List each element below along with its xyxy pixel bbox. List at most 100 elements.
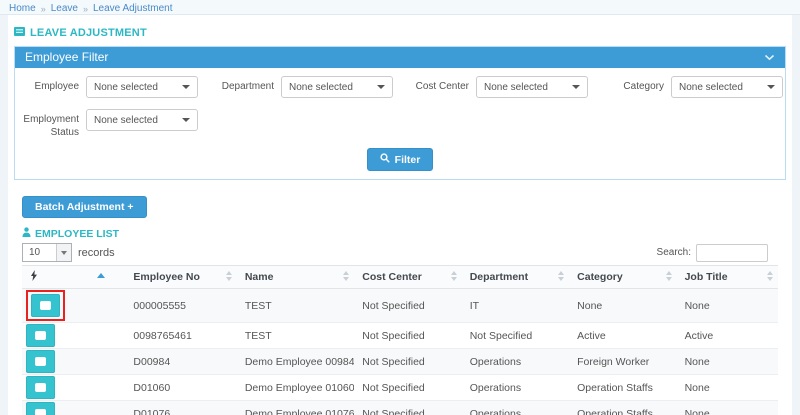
row-action-button[interactable] xyxy=(26,402,55,415)
employee-no-column-label: Employee No xyxy=(133,271,200,283)
cell-job-title: None xyxy=(677,349,778,375)
department-select[interactable]: None selected xyxy=(281,76,393,98)
filter-button[interactable]: Filter xyxy=(367,148,434,171)
employee-table-body: 000005555 TEST Not Specified IT None Non… xyxy=(22,289,778,415)
search-label: Search: xyxy=(657,247,691,258)
employee-label: Employee xyxy=(23,81,79,94)
department-label: Department xyxy=(218,81,274,94)
list-icon xyxy=(35,383,46,392)
cell-category: Active xyxy=(569,323,676,349)
row-action-button[interactable] xyxy=(31,294,60,317)
table-row: D01060 Demo Employee 01060 Not Specified… xyxy=(22,375,778,401)
employee-list-title: EMPLOYEE LIST xyxy=(35,228,119,240)
annotation-highlight xyxy=(26,290,65,321)
list-icon xyxy=(35,409,46,415)
cell-cost-center: Not Specified xyxy=(354,289,461,323)
batch-adjustment-row: Batch Adjustment + xyxy=(22,196,792,218)
cell-job-title: Active xyxy=(677,323,778,349)
page-title: LEAVE ADJUSTMENT xyxy=(14,27,792,39)
sort-icon xyxy=(767,271,773,281)
cell-name: Demo Employee 00984 xyxy=(237,349,354,375)
cost-center-column-header[interactable]: Cost Center xyxy=(354,266,461,289)
department-column-header[interactable]: Department xyxy=(462,266,569,289)
cell-employee-no: 000005555 xyxy=(125,289,236,323)
employee-filter-body: Employee None selected Department None s… xyxy=(15,68,785,179)
cell-category: Foreign Worker xyxy=(569,349,676,375)
employee-table-header: Employee No Name Cost Center Department … xyxy=(22,266,778,289)
breadcrumb-leave[interactable]: Leave xyxy=(51,3,78,14)
employee-list-heading: EMPLOYEE LIST xyxy=(22,227,792,240)
breadcrumb-separator: » xyxy=(41,4,46,14)
sort-ascending-icon xyxy=(97,273,105,278)
breadcrumb-home[interactable]: Home xyxy=(9,3,36,14)
sort-icon xyxy=(666,271,672,281)
sort-icon xyxy=(558,271,564,281)
search-group: Search: xyxy=(657,244,768,262)
caret-down-icon xyxy=(182,118,190,122)
cell-category: None xyxy=(569,289,676,323)
breadcrumb-leave-adjustment[interactable]: Leave Adjustment xyxy=(93,3,173,14)
cell-department: IT xyxy=(462,289,569,323)
cell-job-title: None xyxy=(677,289,778,323)
cost-center-select[interactable]: None selected xyxy=(476,76,588,98)
cell-department: Operations xyxy=(462,375,569,401)
records-per-page-select[interactable]: 10 xyxy=(22,243,72,262)
filter-button-label: Filter xyxy=(395,154,421,166)
main-content: LEAVE ADJUSTMENT Employee Filter Employe… xyxy=(8,15,792,415)
actions-column-header[interactable] xyxy=(22,266,125,289)
cell-department: Operations xyxy=(462,349,569,375)
row-action-button[interactable] xyxy=(26,324,55,347)
filter-row-1: Employee None selected Department None s… xyxy=(23,76,777,98)
row-action-button[interactable] xyxy=(26,350,55,373)
category-select-value: None selected xyxy=(679,82,743,93)
cell-cost-center: Not Specified xyxy=(354,375,461,401)
department-select-value: None selected xyxy=(289,82,353,93)
table-controls: 10 records Search: xyxy=(22,243,768,262)
employee-filter-panel: Employee Filter Employee None selected D… xyxy=(14,46,786,180)
sort-icon xyxy=(226,271,232,281)
row-action-button[interactable] xyxy=(26,376,55,399)
name-column-header[interactable]: Name xyxy=(237,266,354,289)
cell-employee-no: D00984 xyxy=(125,349,236,375)
sort-icon xyxy=(451,271,457,281)
search-icon xyxy=(380,153,390,166)
table-row: D01076 Demo Employee 01076 Not Specified… xyxy=(22,401,778,415)
filter-row-2: Employment Status None selected xyxy=(23,109,777,139)
breadcrumb: Home » Leave » Leave Adjustment xyxy=(0,0,800,15)
job-title-column-label: Job Title xyxy=(685,271,728,283)
caret-down-icon xyxy=(767,85,775,89)
cell-department: Operations xyxy=(462,401,569,415)
cell-cost-center: Not Specified xyxy=(354,401,461,415)
table-row: 0098765461 TEST Not Specified Not Specif… xyxy=(22,323,778,349)
cell-cost-center: Not Specified xyxy=(354,349,461,375)
caret-down-icon xyxy=(572,85,580,89)
cell-name: Demo Employee 01060 xyxy=(237,375,354,401)
employee-filter-field: Employee None selected xyxy=(23,76,198,98)
list-icon xyxy=(35,331,46,340)
cell-name: TEST xyxy=(237,289,354,323)
search-input[interactable] xyxy=(696,244,768,262)
employee-filter-title: Employee Filter xyxy=(25,50,108,64)
list-icon xyxy=(14,27,25,39)
department-column-label: Department xyxy=(470,271,528,283)
caret-down-icon xyxy=(377,85,385,89)
cost-center-select-value: None selected xyxy=(484,82,548,93)
category-column-label: Category xyxy=(577,271,623,283)
employee-select-value: None selected xyxy=(94,82,158,93)
records-per-page-value: 10 xyxy=(23,244,56,261)
job-title-column-header[interactable]: Job Title xyxy=(677,266,778,289)
employment-status-label: Employment Status xyxy=(23,114,79,139)
employment-status-filter-field: Employment Status None selected xyxy=(23,109,198,139)
employee-no-column-header[interactable]: Employee No xyxy=(125,266,236,289)
category-select[interactable]: None selected xyxy=(671,76,783,98)
lightning-icon xyxy=(30,272,38,284)
cost-center-column-label: Cost Center xyxy=(362,271,422,283)
employee-filter-header[interactable]: Employee Filter xyxy=(15,47,785,68)
batch-adjustment-button[interactable]: Batch Adjustment + xyxy=(22,196,147,218)
employment-status-select[interactable]: None selected xyxy=(86,109,198,131)
category-column-header[interactable]: Category xyxy=(569,266,676,289)
employment-status-select-value: None selected xyxy=(94,115,158,126)
chevron-down-icon xyxy=(56,244,71,261)
employee-select[interactable]: None selected xyxy=(86,76,198,98)
cell-department: Not Specified xyxy=(462,323,569,349)
